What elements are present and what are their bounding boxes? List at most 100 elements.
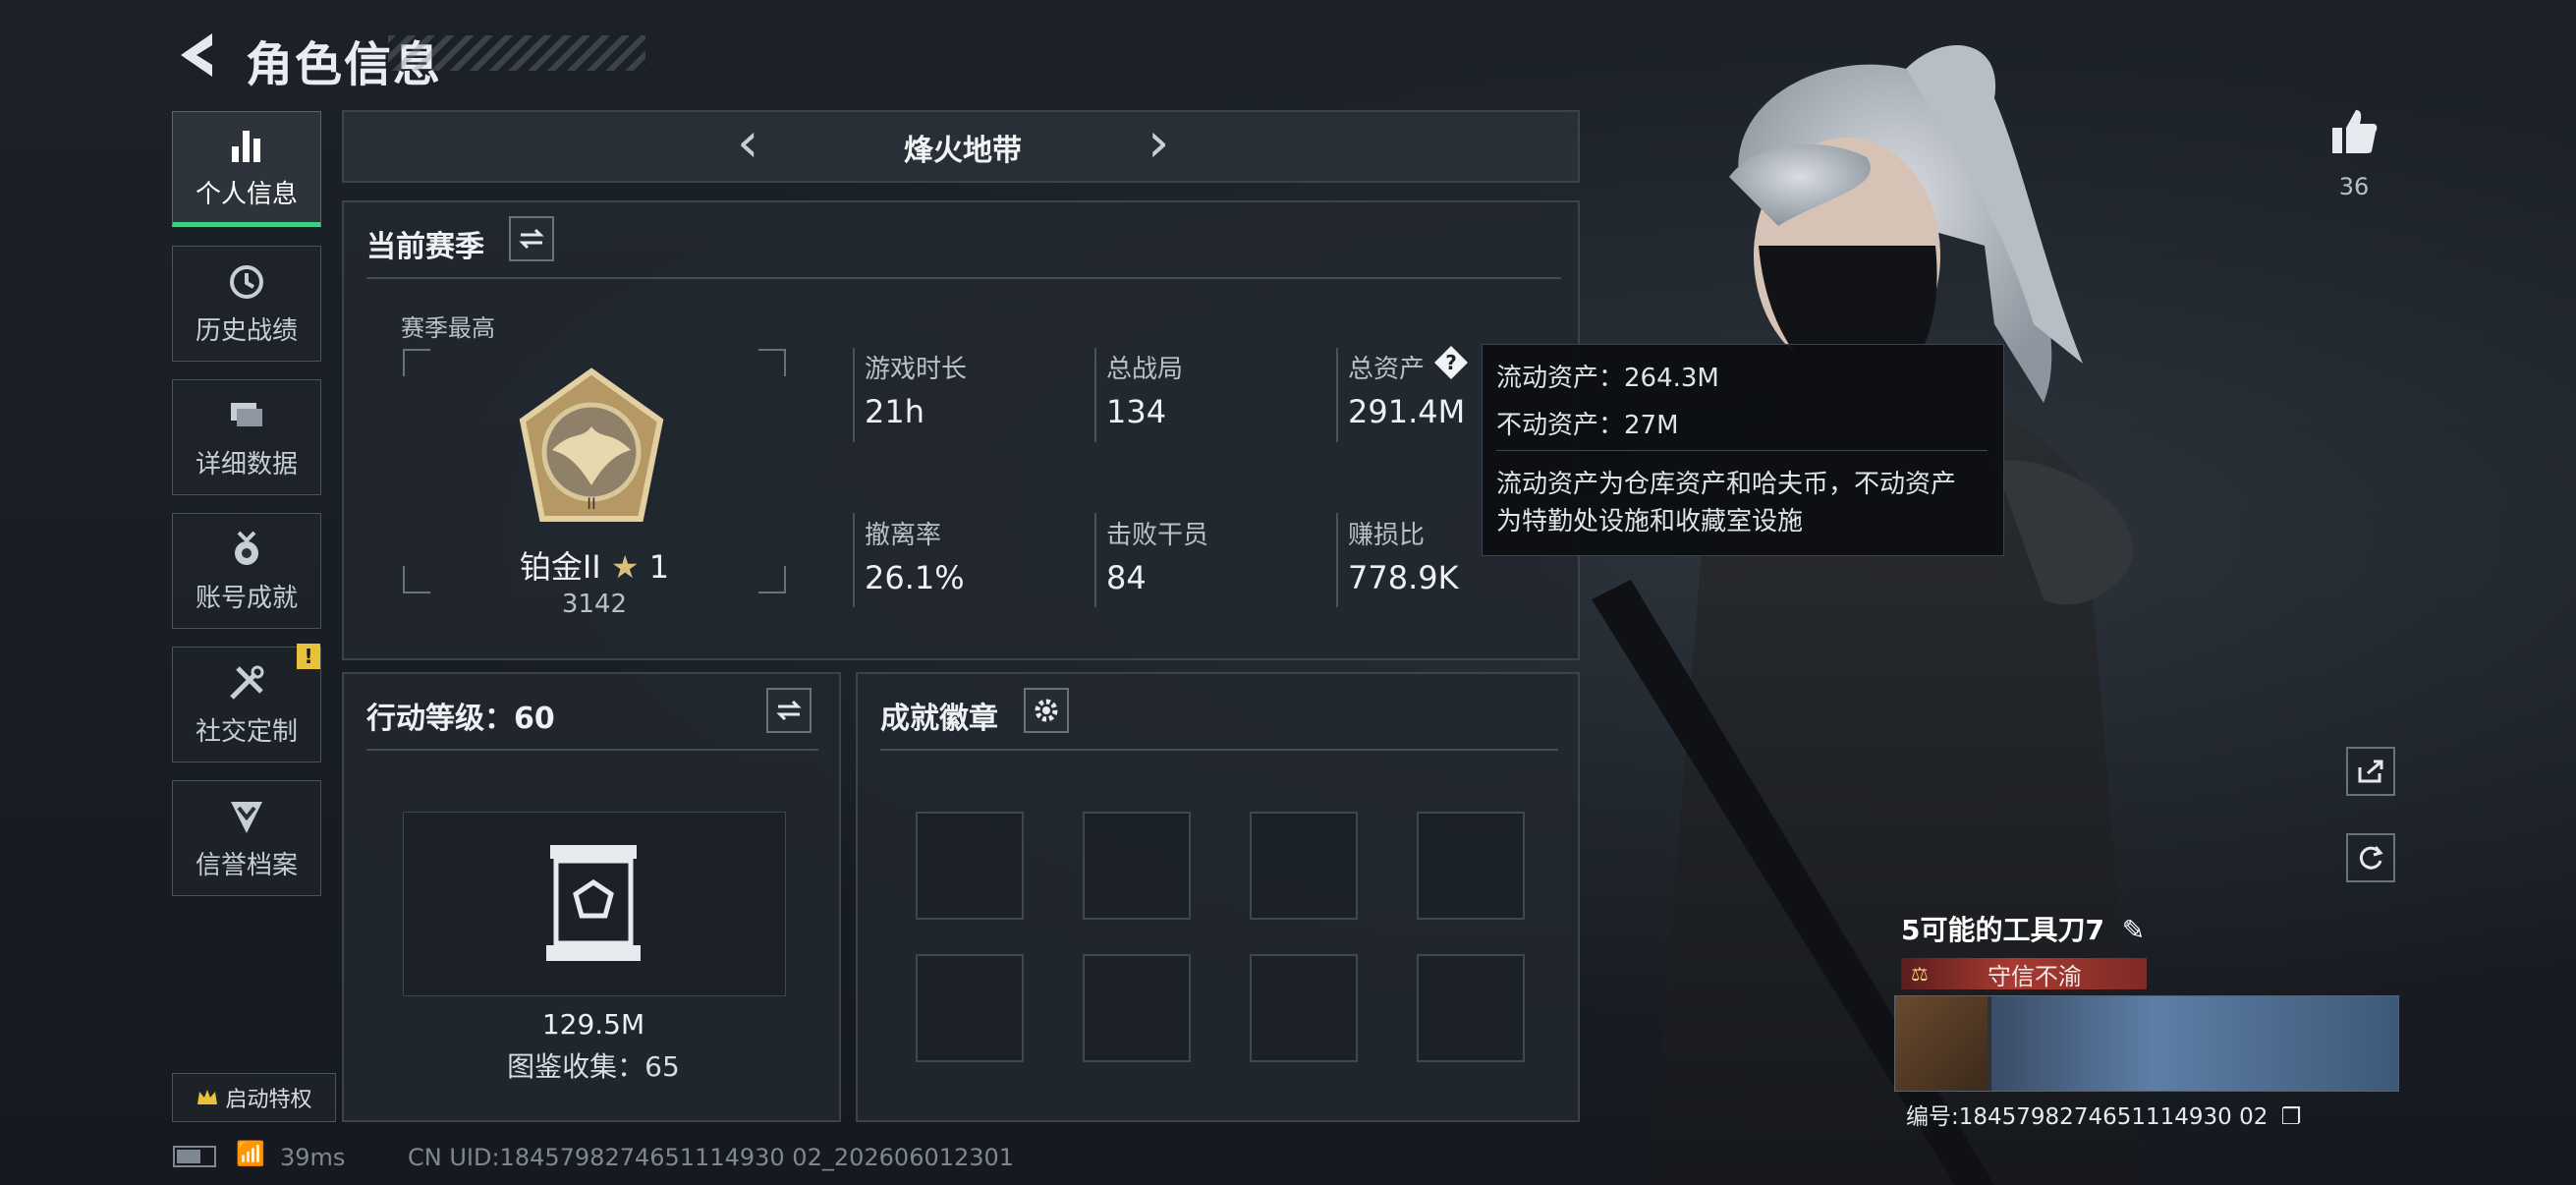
- sidebar-item-detailed-data[interactable]: 详细数据: [172, 379, 321, 495]
- svg-text:?: ?: [1445, 351, 1457, 374]
- stat-divider: [1336, 513, 1338, 607]
- stat-label: 击败干员: [1106, 521, 1209, 550]
- stat-divider: [853, 348, 855, 442]
- display-case-icon: [546, 845, 641, 961]
- stat-divider: [853, 513, 855, 607]
- player-name: 5可能的工具刀7: [1901, 914, 2104, 946]
- honor-title: 守信不渝: [1987, 962, 2082, 990]
- thumbs-up-icon[interactable]: [2328, 106, 2380, 157]
- badge-slot[interactable]: [1250, 812, 1358, 920]
- badge-slot[interactable]: [916, 954, 1024, 1062]
- stat-divider: [1094, 348, 1096, 442]
- badge-slot[interactable]: [1083, 812, 1191, 920]
- mode-title: 烽火地带: [904, 134, 1022, 168]
- stat-value: 778.9K: [1348, 559, 1459, 596]
- ping-value: 39ms: [280, 1144, 346, 1171]
- sidebar-item-label: 信誉档案: [195, 850, 298, 880]
- like-count: 36: [2338, 173, 2370, 200]
- achievement-settings-button[interactable]: [1024, 688, 1069, 733]
- crown-icon: [197, 1090, 218, 1104]
- sidebar-item-history[interactable]: 历史战绩: [172, 246, 321, 362]
- edit-icon[interactable]: ✎: [2122, 914, 2145, 946]
- achievement-title: 成就徽章: [880, 702, 998, 736]
- tooltip-liquid-assets: 流动资产：264.3M: [1496, 364, 1719, 393]
- badge-slot[interactable]: [1083, 954, 1191, 1062]
- player-name-row: 5可能的工具刀7 ✎: [1901, 909, 2145, 948]
- switch-arrows-icon: [519, 228, 544, 250]
- sidebar-item-label: 个人信息: [195, 179, 298, 209]
- stat-value: 21h: [865, 393, 924, 430]
- rank-emblem-icon: II: [519, 367, 664, 522]
- tooltip-desc-1: 流动资产为仓库资产和哈夫币，不动资产: [1496, 470, 1957, 499]
- season-title: 当前赛季: [366, 230, 484, 264]
- refresh-button[interactable]: [2346, 833, 2395, 882]
- rank-score: 3142: [561, 590, 628, 619]
- share-button[interactable]: [2346, 747, 2395, 796]
- svg-text:II: II: [587, 494, 595, 513]
- rank-star-icon: ★: [610, 548, 640, 586]
- sidebar-item-label: 账号成就: [195, 583, 298, 613]
- help-icon[interactable]: ?: [1432, 344, 1470, 381]
- honor-title-bar: ⚖ 守信不渝: [1901, 958, 2147, 990]
- stack-icon: [231, 402, 262, 426]
- player-card-banner[interactable]: [1894, 995, 2399, 1092]
- season-divider: [366, 277, 1561, 279]
- refresh-icon: [2359, 846, 2383, 870]
- launch-privilege-button[interactable]: 启动特权: [172, 1073, 336, 1122]
- bar-chart-icon: [232, 130, 260, 162]
- action-level-title: 行动等级：60: [366, 702, 555, 736]
- tooltip-desc-2: 为特勤处设施和收藏室设施: [1496, 507, 1804, 536]
- badge-slot[interactable]: [1417, 954, 1525, 1062]
- stat-label: 总战局: [1106, 355, 1184, 384]
- stat-value: 84: [1106, 559, 1147, 596]
- stat-value: 26.1%: [865, 559, 965, 596]
- copy-icon[interactable]: ❐: [2281, 1104, 2302, 1130]
- tooltip-fixed-assets: 不动资产：27M: [1496, 411, 1679, 440]
- tools-icon: [230, 665, 264, 700]
- stat-label: 撤离率: [865, 521, 942, 550]
- achievement-divider: [880, 749, 1558, 751]
- privilege-label: 启动特权: [225, 1088, 312, 1112]
- rank-stars: 1: [648, 548, 670, 586]
- badge-slot[interactable]: [1250, 954, 1358, 1062]
- share-icon: [2358, 760, 2383, 783]
- collection-value: 129.5M: [541, 1008, 645, 1041]
- frame-corner: [403, 566, 430, 593]
- frame-corner: [758, 349, 786, 376]
- clock-icon: [230, 264, 263, 299]
- scale-icon: ⚖: [1911, 962, 1929, 986]
- header-decoration: [388, 35, 645, 71]
- stat-label: 总资产: [1348, 355, 1426, 384]
- stat-label: 赚损比: [1348, 521, 1426, 550]
- mode-prev-icon[interactable]: ‹: [737, 116, 758, 171]
- tooltip-divider: [1496, 450, 1988, 451]
- gear-icon: [1035, 699, 1058, 722]
- avatar: [1895, 996, 1988, 1091]
- collection-label: 图鉴收集：65: [507, 1050, 680, 1083]
- back-arrow-icon[interactable]: [173, 28, 220, 83]
- stat-divider: [1094, 513, 1096, 607]
- action-level-divider: [366, 749, 818, 751]
- season-switch-button[interactable]: [509, 216, 554, 261]
- sidebar-item-achievements[interactable]: 账号成就: [172, 513, 321, 629]
- rank-name: 铂金II: [519, 548, 601, 586]
- stat-value: 134: [1106, 393, 1167, 430]
- switch-arrows-icon: [776, 700, 802, 721]
- player-id: 编号:1845798274651114930 02: [1906, 1104, 2268, 1130]
- frame-corner: [403, 349, 430, 376]
- badge-slot[interactable]: [1417, 812, 1525, 920]
- badge-slot[interactable]: [916, 812, 1024, 920]
- stat-label: 游戏时长: [865, 355, 968, 384]
- sidebar-item-label: 社交定制: [195, 716, 298, 747]
- sidebar-item-reputation[interactable]: 信誉档案: [172, 780, 321, 896]
- mode-next-icon[interactable]: ›: [1148, 116, 1169, 171]
- stat-divider: [1336, 348, 1338, 442]
- alert-badge: !: [297, 644, 320, 669]
- shield-chevron-icon: [231, 801, 262, 833]
- season-best-label: 赛季最高: [401, 314, 495, 342]
- action-level-switch-button[interactable]: [766, 688, 812, 733]
- sidebar-item-label: 详细数据: [195, 449, 298, 480]
- sidebar-item-label: 历史战绩: [195, 315, 298, 346]
- battery-icon: [173, 1146, 216, 1167]
- sidebar-item-personal-info[interactable]: 个人信息: [172, 111, 321, 227]
